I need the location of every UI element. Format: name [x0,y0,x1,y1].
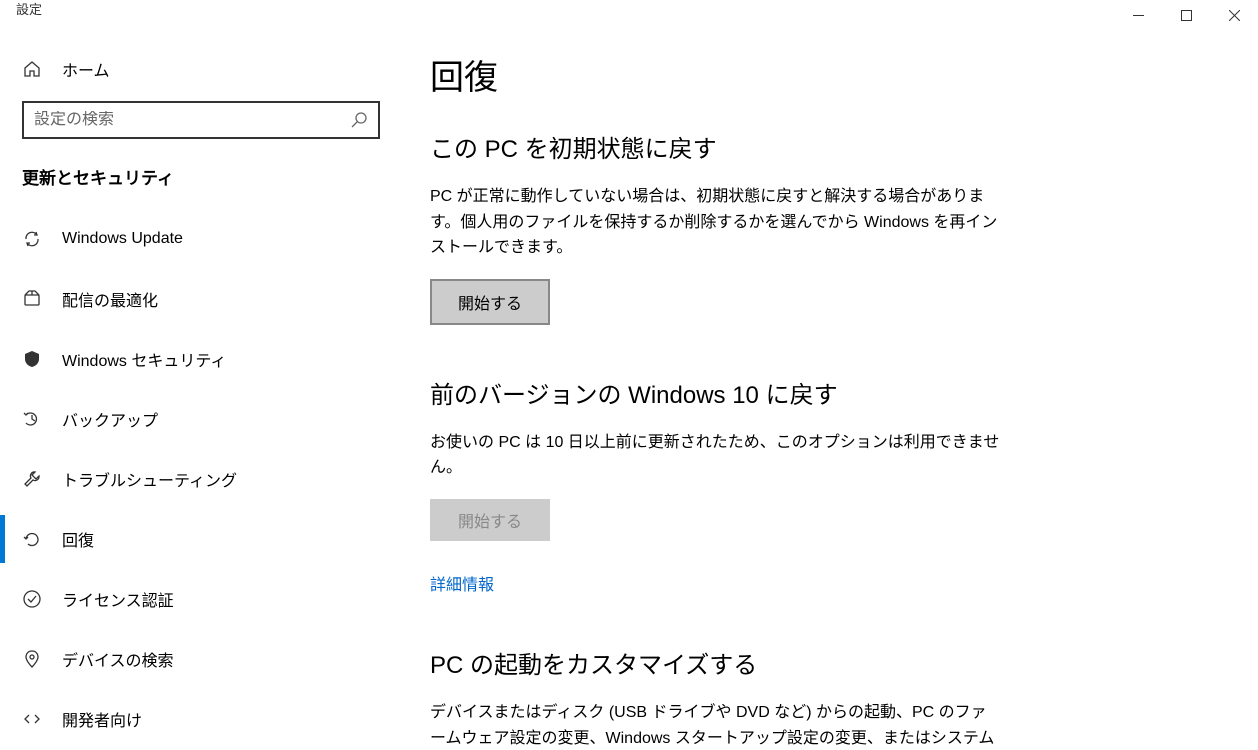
minimize-icon [1133,10,1144,21]
close-button[interactable] [1210,0,1258,30]
goback-start-button: 開始する [430,499,550,541]
close-icon [1229,10,1240,21]
section-text: お使いの PC は 10 日以上前に更新されたため、このオプションは利用できませ… [430,430,1000,481]
search-box[interactable] [22,101,380,139]
sync-icon [22,229,42,249]
minimize-button[interactable] [1114,0,1162,30]
sidebar-item-label: デバイスの検索 [62,647,174,671]
sidebar-item-label: 回復 [62,527,94,551]
backup-icon [22,409,42,429]
sidebar-item-label: ライセンス認証 [62,587,174,611]
section-reset-pc: この PC を初期状態に戻す PC が正常に動作していない場合は、初期状態に戻す… [430,129,1228,325]
sidebar-item-delivery-optimization[interactable]: 配信の最適化 [0,269,400,329]
home-icon [22,59,42,79]
sidebar-item-label: 開発者向け [62,707,142,731]
search-container [0,91,400,154]
section-heading: 前のバージョンの Windows 10 に戻す [430,375,1228,410]
section-text: デバイスまたはディスク (USB ドライブや DVD など) からの起動、PC … [430,700,1000,750]
sidebar-section-title: 更新とセキュリティ [0,154,400,209]
sidebar-item-for-developers[interactable]: 開発者向け [0,689,400,749]
wrench-icon [22,469,42,489]
sidebar-item-find-my-device[interactable]: デバイスの検索 [0,629,400,689]
window-title: 設定 [16,0,42,20]
section-heading: この PC を初期状態に戻す [430,129,1228,164]
sidebar-home[interactable]: ホーム [0,47,400,91]
section-go-back: 前のバージョンの Windows 10 に戻す お使いの PC は 10 日以上… [430,375,1228,595]
sidebar-item-label: Windows Update [62,230,183,248]
check-circle-icon [22,589,42,609]
search-input[interactable] [34,111,350,129]
sidebar-item-label: トラブルシューティング [62,467,237,491]
sidebar-item-windows-update[interactable]: Windows Update [0,209,400,269]
search-icon [350,111,368,129]
sidebar-item-label: Windows セキュリティ [62,347,226,371]
reset-start-button[interactable]: 開始する [430,279,550,325]
sidebar-nav: Windows Update 配信の最適化 Windows セキュリティ バック… [0,209,400,749]
sidebar-item-recovery[interactable]: 回復 [0,509,400,569]
code-icon [22,709,42,729]
sidebar-home-label: ホーム [62,57,110,81]
location-icon [22,649,42,669]
more-info-link[interactable]: 詳細情報 [430,571,494,595]
section-heading: PC の起動をカスタマイズする [430,645,1228,680]
recovery-icon [22,529,42,549]
sidebar-item-backup[interactable]: バックアップ [0,389,400,449]
sidebar-item-windows-security[interactable]: Windows セキュリティ [0,329,400,389]
maximize-icon [1181,10,1192,21]
main-content: 回復 この PC を初期状態に戻す PC が正常に動作していない場合は、初期状態… [400,32,1258,750]
window-controls [1114,0,1258,30]
shield-icon [22,349,42,369]
page-title: 回復 [430,50,1228,99]
sidebar: ホーム 更新とセキュリティ Windows Update [0,32,400,750]
sidebar-item-activation[interactable]: ライセンス認証 [0,569,400,629]
delivery-icon [22,289,42,309]
sidebar-item-label: 配信の最適化 [62,287,158,311]
section-advanced-startup: PC の起動をカスタマイズする デバイスまたはディスク (USB ドライブや D… [430,645,1228,750]
titlebar: 設定 [0,0,1258,32]
section-text: PC が正常に動作していない場合は、初期状態に戻すと解決する場合があります。個人… [430,184,1000,261]
sidebar-item-troubleshoot[interactable]: トラブルシューティング [0,449,400,509]
sidebar-item-label: バックアップ [62,407,158,431]
maximize-button[interactable] [1162,0,1210,30]
